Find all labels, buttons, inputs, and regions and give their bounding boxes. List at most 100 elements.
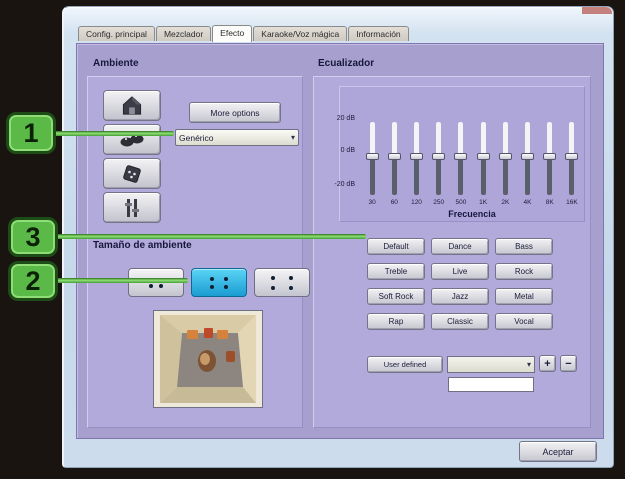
- eq-band-500: 500: [450, 122, 472, 206]
- eq-slider-track[interactable]: [370, 122, 375, 195]
- ambiente-title: Ambiente: [93, 58, 139, 69]
- pipes-environment-icon: [122, 198, 142, 218]
- add-preset-button[interactable]: +: [539, 355, 556, 372]
- eq-slider-thumb[interactable]: [499, 153, 512, 160]
- tab-efecto[interactable]: Efecto: [212, 25, 252, 42]
- eq-slider-track[interactable]: [481, 122, 486, 195]
- preset-live-button[interactable]: Live: [431, 263, 489, 280]
- eq-slider-thumb[interactable]: [432, 153, 445, 160]
- shoes-environment-button[interactable]: [103, 124, 161, 155]
- eq-slider-track[interactable]: [503, 122, 508, 195]
- eq-slider-track[interactable]: [569, 122, 574, 195]
- eq-slider-thumb[interactable]: [565, 153, 578, 160]
- eq-preset-grid: Default Dance Bass Treble Live Rock Soft Rock J…: [367, 238, 567, 330]
- preset-treble-button[interactable]: Treble: [367, 263, 425, 280]
- chevron-down-icon: ▾: [291, 134, 295, 142]
- eq-slider-thumb[interactable]: [410, 153, 423, 160]
- eq-band-8k: 8K: [539, 122, 561, 206]
- eq-band-label: 30: [368, 199, 375, 206]
- eq-band-label: 60: [391, 199, 398, 206]
- user-defined-button[interactable]: User defined: [367, 356, 443, 373]
- environment-buttons: [103, 90, 161, 223]
- eq-track-fill: [569, 122, 574, 156]
- eq-slider-thumb[interactable]: [543, 153, 556, 160]
- preset-classic-button[interactable]: Classic: [431, 313, 489, 330]
- room-top-view-image: [153, 310, 263, 408]
- preset-soft-rock-button[interactable]: Soft Rock: [367, 288, 425, 305]
- pipes-environment-button[interactable]: [103, 192, 161, 223]
- room-size-large-button[interactable]: [254, 268, 310, 297]
- preset-jazz-button[interactable]: Jazz: [431, 288, 489, 305]
- eq-band-2k: 2K: [494, 122, 516, 206]
- eq-band-60: 60: [383, 122, 405, 206]
- preset-vocal-button[interactable]: Vocal: [495, 313, 553, 330]
- preset-rap-button[interactable]: Rap: [367, 313, 425, 330]
- eq-band-label: 120: [411, 199, 422, 206]
- chevron-down-icon: ▾: [527, 361, 531, 369]
- eq-track-fill: [547, 122, 552, 156]
- close-button[interactable]: [582, 7, 612, 14]
- callout-badge-3: 3: [8, 217, 58, 257]
- preset-default-button[interactable]: Default: [367, 238, 425, 255]
- eq-track-fill: [503, 122, 508, 156]
- eq-track-fill: [481, 122, 486, 156]
- medium-room-dots-icon: [199, 272, 239, 294]
- callout-line-3: [52, 234, 366, 239]
- preset-name-input[interactable]: [448, 377, 534, 392]
- room-scene-icon: [154, 311, 262, 407]
- more-options-button[interactable]: More options: [189, 102, 281, 123]
- tab-config-principal[interactable]: Config. principal: [78, 26, 155, 41]
- eq-band-1k: 1K: [472, 122, 494, 206]
- dice-environment-button[interactable]: [103, 158, 161, 189]
- house-environment-button[interactable]: [103, 90, 161, 121]
- tab-informaci-n[interactable]: Información: [348, 26, 408, 41]
- callout-line-1: [50, 131, 174, 136]
- eq-track-fill: [436, 122, 441, 156]
- eq-slider-thumb[interactable]: [454, 153, 467, 160]
- tab-mezclador[interactable]: Mezclador: [156, 26, 211, 41]
- eq-slider-thumb[interactable]: [521, 153, 534, 160]
- eq-slider-track[interactable]: [414, 122, 419, 195]
- eq-slider-track[interactable]: [458, 122, 463, 195]
- eq-db-label-0-db: 0 dB: [315, 147, 355, 154]
- eq-band-label: 16K: [566, 199, 578, 206]
- preset-dance-button[interactable]: Dance: [431, 238, 489, 255]
- room-size-medium-button[interactable]: [191, 268, 247, 297]
- eq-track-fill: [525, 122, 530, 156]
- eq-slider-thumb[interactable]: [388, 153, 401, 160]
- environment-select[interactable]: Genérico ▾: [175, 129, 299, 146]
- accept-button[interactable]: Aceptar: [519, 441, 597, 462]
- eq-db-scale: 20 dB 0 dB -20 dB: [315, 44, 357, 224]
- eq-track-fill: [370, 122, 375, 156]
- callout-line-2: [52, 278, 188, 283]
- eq-slider-thumb[interactable]: [477, 153, 490, 160]
- callout-badge-2: 2: [8, 261, 58, 301]
- tab-karaoke-voz-m-gica[interactable]: Karaoke/Voz mágica: [253, 26, 347, 41]
- eq-slider-track[interactable]: [436, 122, 441, 195]
- eq-band-120: 120: [405, 122, 427, 206]
- eq-slider-thumb[interactable]: [366, 153, 379, 160]
- eq-band-label: 250: [433, 199, 444, 206]
- eq-band-label: 500: [455, 199, 466, 206]
- remove-preset-button[interactable]: −: [560, 355, 577, 372]
- preset-bass-button[interactable]: Bass: [495, 238, 553, 255]
- eq-track-fill: [458, 122, 463, 156]
- eq-band-label: 4K: [524, 199, 532, 206]
- environment-select-value: Genérico: [179, 133, 291, 143]
- eq-band-4k: 4K: [516, 122, 538, 206]
- preset-metal-button[interactable]: Metal: [495, 288, 553, 305]
- eq-band-label: 2K: [501, 199, 509, 206]
- user-defined-select[interactable]: ▾: [447, 356, 535, 373]
- house-environment-icon: [120, 95, 144, 116]
- eq-track-fill: [392, 122, 397, 156]
- eq-band-30: 30: [361, 122, 383, 206]
- eq-slider-track[interactable]: [525, 122, 530, 195]
- eq-db-label-20-db: 20 dB: [315, 115, 355, 122]
- eq-db-label-20-db: -20 dB: [315, 181, 355, 188]
- eq-band-label: 8K: [546, 199, 554, 206]
- eq-band-250: 250: [428, 122, 450, 206]
- eq-slider-track[interactable]: [392, 122, 397, 195]
- preset-rock-button[interactable]: Rock: [495, 263, 553, 280]
- eq-slider-track[interactable]: [547, 122, 552, 195]
- tab-bar: Config. principalMezcladorEfectoKaraoke/…: [78, 25, 410, 41]
